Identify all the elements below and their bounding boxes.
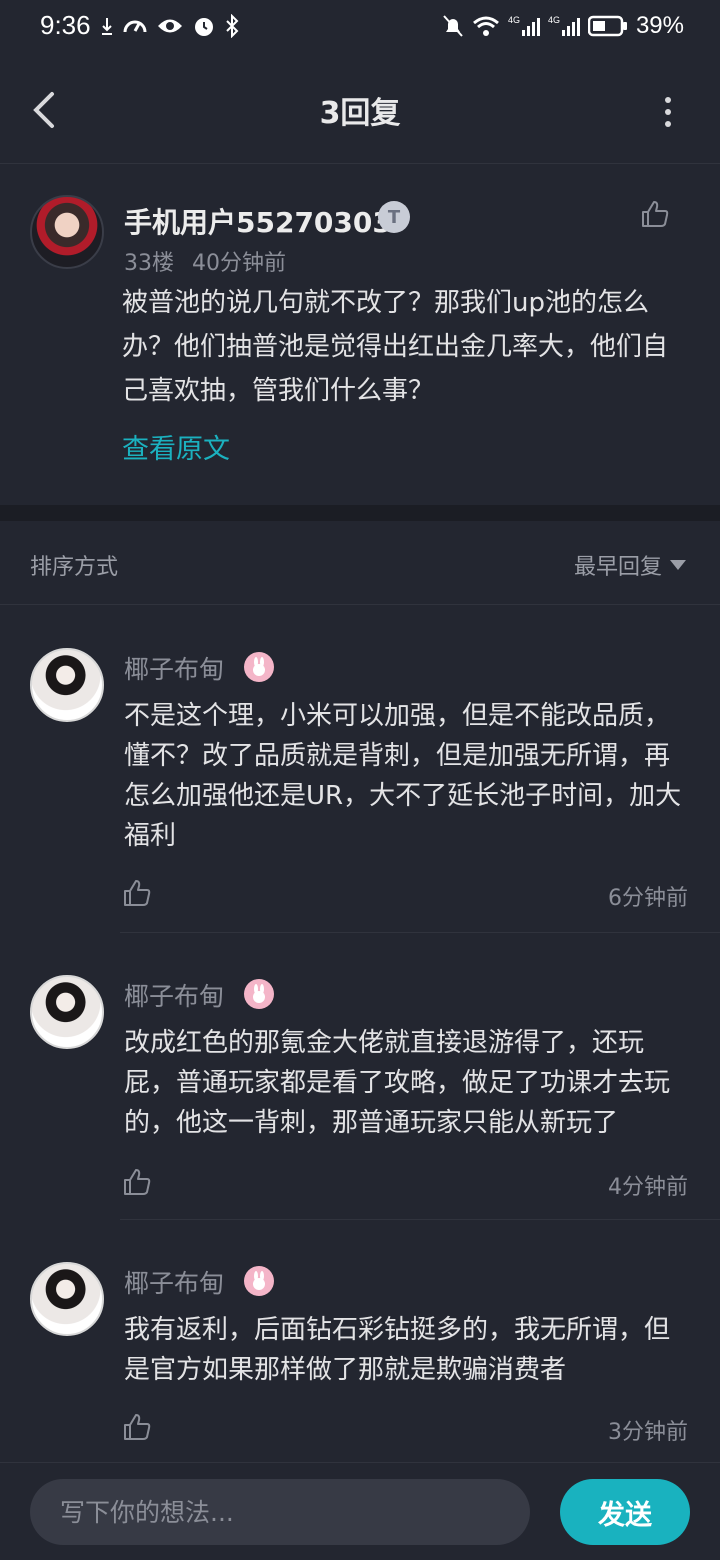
reply-divider xyxy=(120,932,720,933)
status-time: 9:36 xyxy=(40,10,91,40)
comment-input[interactable] xyxy=(30,1479,530,1545)
reply-username[interactable]: 椰子布甸 xyxy=(124,1264,224,1300)
bunny-badge-icon xyxy=(244,652,274,682)
battery-icon xyxy=(587,15,627,37)
status-left-icons xyxy=(100,14,240,38)
reply-text: 不是这个理，小米可以加强，但是不能改品质，懂不？改了品质就是背刺，但是加强无所谓… xyxy=(124,701,682,851)
signal-icon-2: 4G xyxy=(548,15,580,36)
comment-text: 被普池的说几句就不改了？那我们up池的怎么办？他们抽普池是觉得出红出金几率大，他… xyxy=(122,288,669,406)
more-options-icon[interactable] xyxy=(660,94,676,130)
reply-time: 4分钟前 xyxy=(608,1175,688,1200)
view-original-link[interactable]: 查看原文 xyxy=(122,427,230,466)
sort-dropdown[interactable]: 最早回复 xyxy=(574,549,686,581)
thumbs-up-icon[interactable] xyxy=(640,199,670,229)
comment-meta: 33楼 40分钟前 xyxy=(124,245,286,277)
page-title: 3回复 xyxy=(319,96,401,131)
avatar[interactable] xyxy=(30,195,104,269)
sort-row: 排序方式 最早回复 xyxy=(0,521,720,605)
bunny-badge-icon xyxy=(244,1266,274,1296)
eye-icon xyxy=(158,19,182,33)
signal-icon-1: 4G xyxy=(508,15,540,36)
svg-text:4G: 4G xyxy=(508,15,520,25)
reply-text: 改成红色的那氪金大佬就直接退游得了，还玩屁，普通玩家都是看了攻略，做足了功课才去… xyxy=(124,1028,671,1138)
reply-divider xyxy=(120,1219,720,1220)
thumbs-up-icon[interactable] xyxy=(122,1412,152,1442)
download-icon xyxy=(102,18,112,35)
sort-label: 排序方式 xyxy=(30,555,119,580)
mute-bell-icon xyxy=(443,15,463,37)
reply-text: 我有返利，后面钻石彩钻挺多的，我无所谓，但是官方如果那样做了那就是欺骗消费者 xyxy=(124,1315,671,1385)
section-divider xyxy=(0,505,720,521)
bluetooth-icon xyxy=(226,14,239,38)
reply-username[interactable]: 椰子布甸 xyxy=(124,977,224,1013)
sort-selected-value: 最早回复 xyxy=(573,555,662,580)
thumbs-up-icon[interactable] xyxy=(122,878,152,908)
reply-time: 6分钟前 xyxy=(608,886,688,911)
status-bar: 9:36 4G 4G 39% xyxy=(0,0,720,56)
wifi-icon xyxy=(472,16,499,36)
floor-number: 33楼 xyxy=(124,251,174,276)
speedometer-icon xyxy=(123,20,147,33)
caret-down-icon xyxy=(670,560,686,570)
battery-percentage: 39% xyxy=(635,12,684,39)
comment-username[interactable]: 手机用户55270303 xyxy=(124,201,392,241)
send-button[interactable]: 发送 xyxy=(560,1479,690,1545)
avatar[interactable] xyxy=(30,975,104,1049)
avatar[interactable] xyxy=(30,1262,104,1336)
reply-time: 3分钟前 xyxy=(608,1420,688,1445)
header: 3回复 xyxy=(0,56,720,164)
main-comment: 手机用户55270303 T 33楼 40分钟前 被普池的说几句就不改了？那我们u… xyxy=(0,165,720,505)
comment-time: 40分钟前 xyxy=(192,251,286,276)
reply-username[interactable]: 椰子布甸 xyxy=(124,650,224,686)
avatar[interactable] xyxy=(30,648,104,722)
thumbs-up-icon[interactable] xyxy=(122,1167,152,1197)
alarm-icon xyxy=(195,18,213,36)
status-right-icons: 4G 4G 39% xyxy=(442,12,684,40)
comment-input-bar: 发送 xyxy=(0,1462,720,1560)
svg-text:4G: 4G xyxy=(548,15,560,25)
bunny-badge-icon xyxy=(244,979,274,1009)
user-level-badge: T xyxy=(378,201,410,233)
